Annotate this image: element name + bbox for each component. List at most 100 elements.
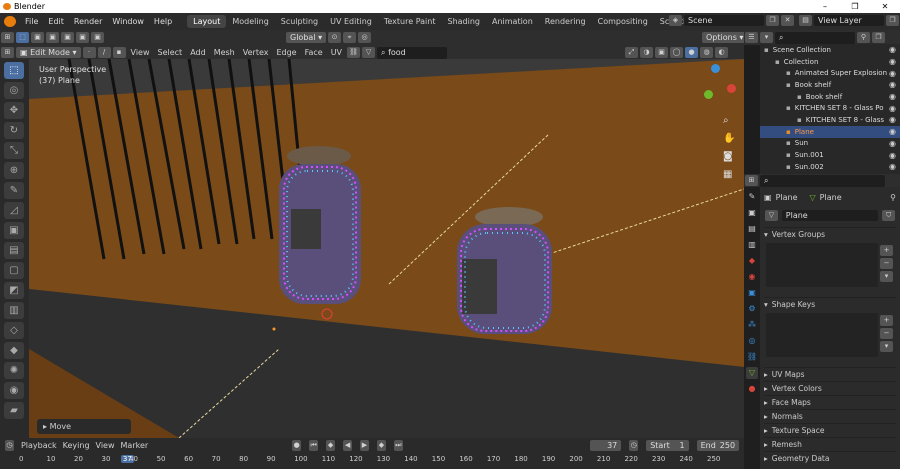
constraints-tab-icon[interactable]: ⛓ xyxy=(746,351,758,363)
scale-tool-icon[interactable]: ⤡ xyxy=(4,142,24,159)
scene-icon[interactable]: ◈ xyxy=(669,15,682,26)
outliner-row[interactable]: ▪ Book shelf ◉ xyxy=(760,91,900,103)
outliner-row[interactable]: ▪ KITCHEN SET 8 - Glass ◉ xyxy=(760,114,900,126)
properties-editor-type-icon[interactable]: ⊞ xyxy=(745,175,758,186)
panel-vertex-groups[interactable]: ▾ Vertex Groups xyxy=(764,227,896,241)
record-icon[interactable]: ● xyxy=(292,439,302,451)
start-frame-field[interactable]: Start 1 xyxy=(646,439,689,451)
menu-keying[interactable]: Keying xyxy=(63,441,90,450)
knife-tool-icon[interactable]: ◇ xyxy=(4,322,24,339)
shading-material-icon[interactable]: ◍ xyxy=(700,47,714,58)
remove-vertex-group-icon[interactable]: − xyxy=(880,258,893,269)
transform-orientation-dropdown[interactable]: Global ▾ xyxy=(286,32,327,43)
editor-type-icon[interactable]: ⊞ xyxy=(1,32,14,43)
shading-rendered-icon[interactable]: ◐ xyxy=(715,47,729,58)
navigation-gizmo[interactable] xyxy=(699,64,739,104)
panel-collapsed[interactable]: ▸ Normals xyxy=(764,409,896,423)
world-tab-icon[interactable]: ◉ xyxy=(746,271,758,283)
select-mode-invert-icon[interactable]: ▣ xyxy=(76,32,89,43)
menu-file[interactable]: File xyxy=(20,17,43,26)
outliner-row[interactable]: ▪ KITCHEN SET 8 - Glass Po ◉ xyxy=(760,102,900,114)
menu-vertex[interactable]: Vertex xyxy=(239,48,273,57)
gizmo-y-axis-icon[interactable] xyxy=(704,90,713,99)
cursor-tool-icon[interactable]: ◎ xyxy=(4,82,24,99)
outliner-row[interactable]: ▪ Sun ◉ xyxy=(760,138,900,150)
remove-shape-key-icon[interactable]: − xyxy=(880,328,893,339)
menu-render[interactable]: Render xyxy=(69,17,107,26)
maximize-button[interactable]: ❐ xyxy=(840,0,870,13)
view-layer-icon[interactable]: ▤ xyxy=(799,15,812,26)
delete-scene-icon[interactable]: ✕ xyxy=(781,15,794,26)
shape-keys-list[interactable] xyxy=(766,313,878,357)
shear-tool-icon[interactable]: ▰ xyxy=(4,402,24,419)
tab-texture-paint[interactable]: Texture Paint xyxy=(378,15,442,28)
options-dropdown[interactable]: Options ▾ xyxy=(702,32,748,43)
object-data-icon[interactable]: ▽ xyxy=(362,47,376,58)
visibility-eye-icon[interactable]: ◉ xyxy=(889,104,900,113)
inset-tool-icon[interactable]: ▢ xyxy=(4,262,24,279)
select-mode-intersect-icon[interactable]: ▣ xyxy=(91,32,104,43)
vertex-select-icon[interactable]: · xyxy=(82,47,96,58)
visibility-eye-icon[interactable]: ◉ xyxy=(889,80,900,89)
smooth-tool-icon[interactable]: ◉ xyxy=(4,382,24,399)
zoom-icon[interactable]: ⌕ xyxy=(723,115,729,126)
visibility-eye-icon[interactable]: ◉ xyxy=(889,57,900,66)
modifier-tab-icon[interactable]: ⚙ xyxy=(746,303,758,315)
visibility-eye-icon[interactable]: ◉ xyxy=(889,162,900,171)
new-view-layer-icon[interactable]: ❐ xyxy=(886,15,899,26)
outliner-row[interactable]: ▪ Sun.001 ◉ xyxy=(760,149,900,161)
gizmo-x-axis-icon[interactable] xyxy=(727,84,736,93)
menu-edit[interactable]: Edit xyxy=(43,17,69,26)
tab-uv-editing[interactable]: UV Editing xyxy=(324,15,378,28)
timeline-editor-type-icon[interactable]: ◷ xyxy=(5,439,14,451)
timeline-ruler[interactable]: 0 10 20 30 37 40 50 60 70 80 90 100 110 120 130 140 150 1… xyxy=(0,452,744,469)
panel-collapsed[interactable]: ▸ Face Maps xyxy=(764,395,896,409)
outliner-row[interactable]: ▪ Collection ◉ xyxy=(760,56,900,68)
panel-collapsed[interactable]: ▸ Texture Space xyxy=(764,423,896,437)
link-icon[interactable]: ⛓ xyxy=(347,47,361,58)
visibility-eye-icon[interactable]: ◉ xyxy=(889,92,900,101)
visibility-eye-icon[interactable]: ◉ xyxy=(889,115,900,124)
render-tab-icon[interactable]: ▣ xyxy=(746,207,758,219)
snap-icon[interactable]: ⌖ xyxy=(343,32,357,43)
physics-tab-icon[interactable]: ◎ xyxy=(746,335,758,347)
perspective-toggle-icon[interactable]: ▦ xyxy=(723,169,732,180)
tab-sculpting[interactable]: Sculpting xyxy=(275,15,324,28)
menu-window[interactable]: Window xyxy=(107,17,149,26)
outliner-row[interactable]: ▪ Scene Collection ◉ xyxy=(760,44,900,56)
menu-edge[interactable]: Edge xyxy=(272,48,300,57)
last-operator-panel[interactable]: ▸ Move xyxy=(37,419,131,434)
vertex-group-menu-icon[interactable]: ▾ xyxy=(880,271,893,282)
outliner-search-field[interactable]: ⌕ xyxy=(775,31,855,44)
panel-collapsed[interactable]: ▸ Geometry Data xyxy=(764,451,896,465)
transform-tool-icon[interactable]: ⊕ xyxy=(4,162,24,179)
menu-uv[interactable]: UV xyxy=(327,48,346,57)
outliner-row[interactable]: ▪ Book shelf ◉ xyxy=(760,79,900,91)
particles-tab-icon[interactable]: ⁂ xyxy=(746,319,758,331)
menu-mesh[interactable]: Mesh xyxy=(210,48,239,57)
loop-cut-tool-icon[interactable]: ▥ xyxy=(4,302,24,319)
shape-key-menu-icon[interactable]: ▾ xyxy=(880,341,893,352)
play-icon[interactable]: ▶ xyxy=(359,439,369,451)
pivot-icon[interactable]: ⊙ xyxy=(328,32,342,43)
panel-collapsed[interactable]: ▸ Vertex Colors xyxy=(764,381,896,395)
minimize-button[interactable]: – xyxy=(810,0,840,13)
vertex-groups-list[interactable] xyxy=(766,243,878,287)
annotate-tool-icon[interactable]: ✎ xyxy=(4,182,24,199)
menu-marker[interactable]: Marker xyxy=(121,441,149,450)
panel-collapsed[interactable]: ▸ Remesh xyxy=(764,437,896,451)
select-mode-subtract-icon[interactable]: ▣ xyxy=(61,32,74,43)
tab-animation[interactable]: Animation xyxy=(486,15,539,28)
poly-build-tool-icon[interactable]: ◆ xyxy=(4,342,24,359)
scene-tab-icon[interactable]: ◆ xyxy=(746,255,758,267)
view-layer-tab-icon[interactable]: ▥ xyxy=(746,239,758,251)
menu-view[interactable]: View xyxy=(127,48,154,57)
outliner-editor-type-icon[interactable]: ☰ xyxy=(745,32,758,43)
jump-start-icon[interactable]: ⏮ xyxy=(309,439,319,451)
pan-hand-icon[interactable]: ✋ xyxy=(723,133,735,144)
select-box-icon[interactable]: ⬚ xyxy=(16,32,29,43)
object-tab-icon[interactable]: ▣ xyxy=(746,287,758,299)
select-box-tool-icon[interactable]: ⬚ xyxy=(4,62,24,79)
tab-rendering[interactable]: Rendering xyxy=(539,15,592,28)
pin-icon[interactable]: ⚲ xyxy=(890,193,896,202)
